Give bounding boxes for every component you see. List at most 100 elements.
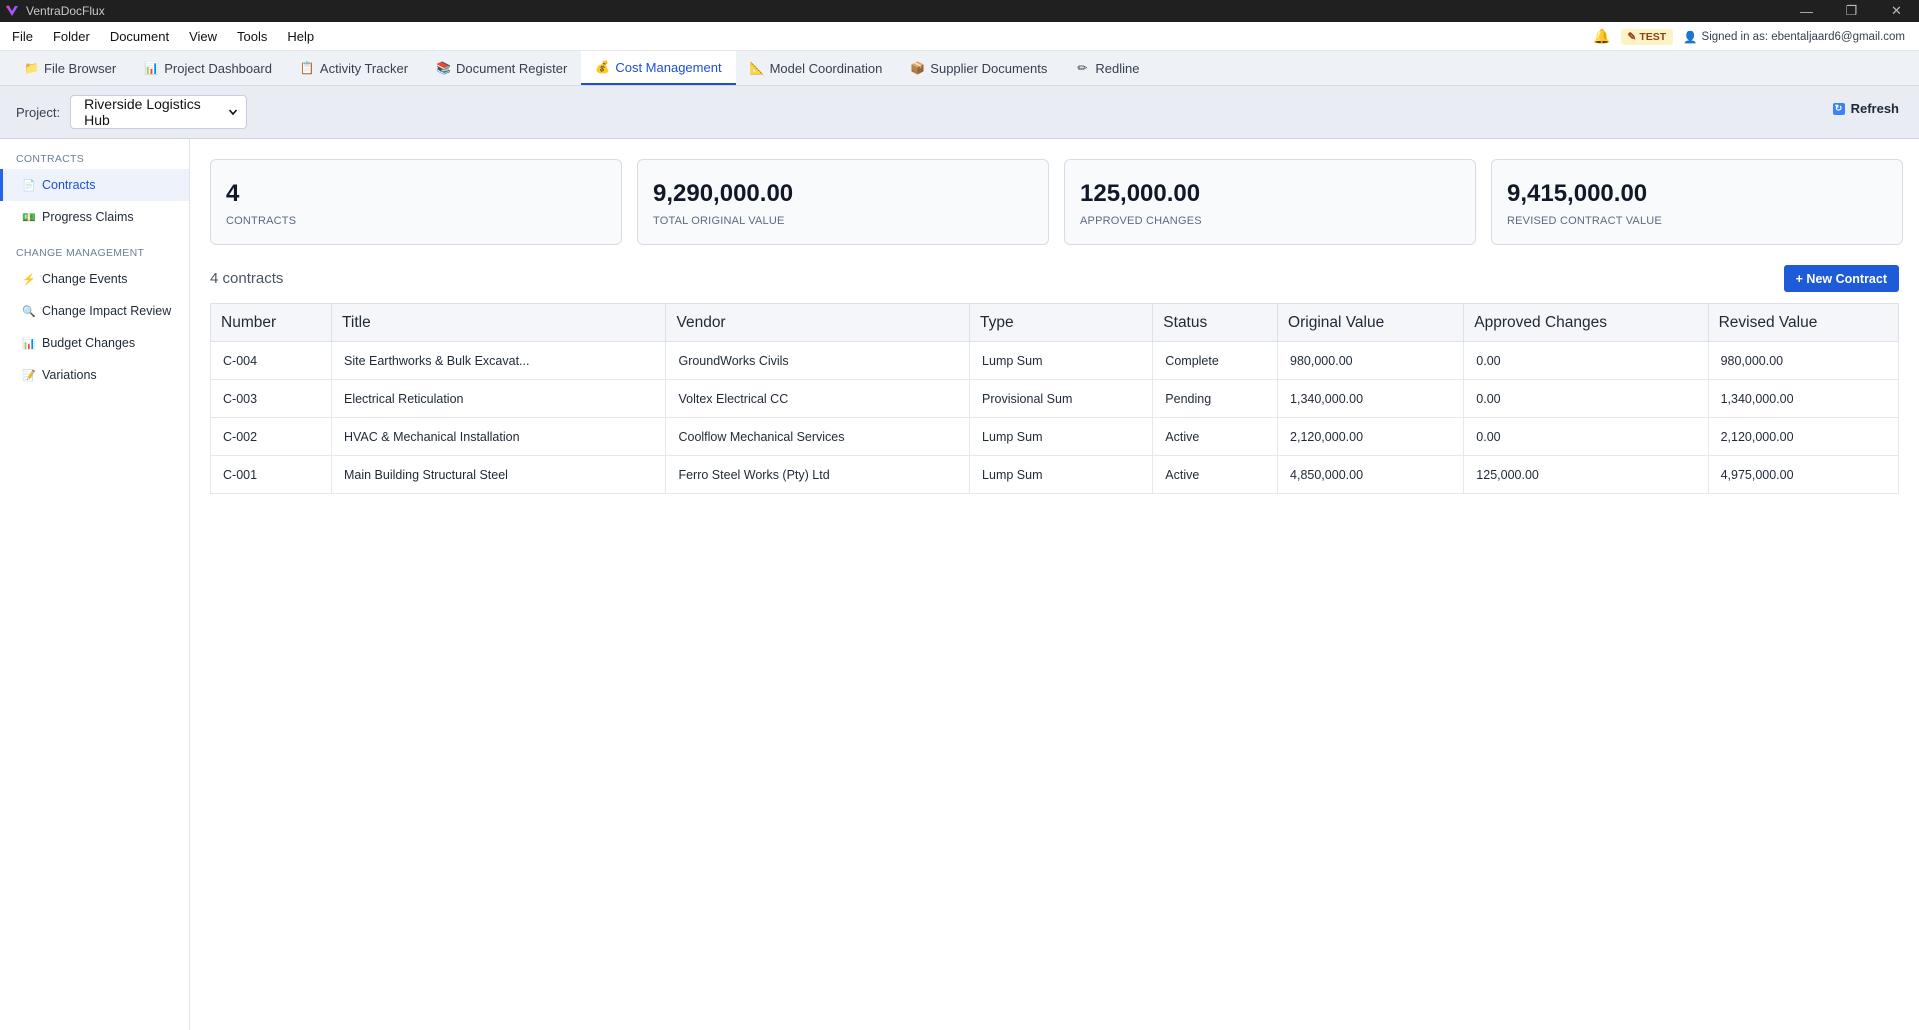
sidebar-item-change-impact-review[interactable]: 🔍 Change Impact Review xyxy=(0,295,189,327)
window-title: VentraDocFlux xyxy=(26,4,105,18)
folder-icon: 📁 xyxy=(24,61,39,75)
column-header-number[interactable]: Number xyxy=(210,303,332,342)
tab-file-browser[interactable]: 📁 File Browser xyxy=(0,51,130,85)
menu-help[interactable]: Help xyxy=(277,29,324,44)
books-icon: 📚 xyxy=(436,61,451,75)
refresh-button[interactable]: ↻ Refresh xyxy=(1832,101,1899,116)
summary-cards: 4 CONTRACTS 9,290,000.00 TOTAL ORIGINAL … xyxy=(210,159,1903,245)
bell-icon[interactable]: 🔔 xyxy=(1593,28,1610,45)
cell-type: Lump Sum xyxy=(969,417,1153,456)
cell-title: Main Building Structural Steel xyxy=(330,455,666,494)
cell-type: Lump Sum xyxy=(969,341,1153,380)
cell-approved-changes: 0.00 xyxy=(1463,417,1709,456)
card-value: 125,000.00 xyxy=(1080,180,1201,207)
card-label: REVISED CONTRACT VALUE xyxy=(1507,215,1662,227)
cell-vendor: Voltex Electrical CC xyxy=(665,379,970,418)
bar-chart-icon: 📊 xyxy=(144,61,160,75)
memo-icon: 📝 xyxy=(22,369,36,382)
column-header-status[interactable]: Status xyxy=(1152,303,1279,342)
cell-type: Lump Sum xyxy=(969,455,1153,494)
cell-vendor: GroundWorks Civils xyxy=(665,341,970,380)
summary-card-approved-changes: 125,000.00 APPROVED CHANGES xyxy=(1064,159,1476,245)
column-header-type[interactable]: Type xyxy=(969,303,1154,342)
column-header-vendor[interactable]: Vendor xyxy=(665,303,971,342)
cell-number: C-004 xyxy=(210,341,332,380)
tab-project-dashboard[interactable]: 📊 Project Dashboard xyxy=(130,51,286,85)
cell-number: C-001 xyxy=(210,455,332,494)
menu-folder[interactable]: Folder xyxy=(43,29,100,44)
tab-supplier-documents[interactable]: 📦 Supplier Documents xyxy=(896,51,1061,85)
cell-original-value: 980,000.00 xyxy=(1277,341,1464,380)
project-label: Project: xyxy=(16,104,61,120)
sidebar-item-label: Progress Claims xyxy=(42,210,134,224)
restore-icon[interactable]: ❐ xyxy=(1829,0,1874,22)
sidebar-item-change-events[interactable]: ⚡ Change Events xyxy=(0,263,189,295)
cell-vendor: Ferro Steel Works (Pty) Ltd xyxy=(665,455,970,494)
menu-tools[interactable]: Tools xyxy=(227,29,277,44)
package-icon: 📦 xyxy=(910,61,926,75)
sidebar-heading-change-management: CHANGE MANAGEMENT xyxy=(16,247,145,259)
table-row[interactable]: C-004 Site Earthworks & Bulk Excavat... … xyxy=(210,341,1900,380)
cell-status: Pending xyxy=(1152,379,1278,418)
sidebar-item-budget-changes[interactable]: 📊 Budget Changes xyxy=(0,327,189,359)
table-row[interactable]: C-003 Electrical Reticulation Voltex Ele… xyxy=(210,379,1900,418)
cell-approved-changes: 125,000.00 xyxy=(1463,455,1709,494)
project-select-value: Riverside Logistics Hub xyxy=(84,96,201,128)
tab-label: Supplier Documents xyxy=(930,60,1048,76)
refresh-icon: ↻ xyxy=(1832,102,1845,115)
cell-revised-value: 4,975,000.00 xyxy=(1707,455,1900,494)
card-value: 9,415,000.00 xyxy=(1507,180,1648,207)
menu-document[interactable]: Document xyxy=(100,29,179,44)
env-badge-label: TEST xyxy=(1639,30,1667,43)
sidebar-item-label: Change Events xyxy=(42,272,128,286)
tab-model-coordination[interactable]: 📐 Model Coordination xyxy=(736,51,897,85)
tab-label: Project Dashboard xyxy=(164,60,272,76)
clipboard-icon: 📋 xyxy=(299,61,315,75)
tab-redline[interactable]: ✏ Redline xyxy=(1061,51,1153,85)
minimize-icon[interactable]: — xyxy=(1784,0,1829,22)
user-icon: 👤 xyxy=(1683,31,1698,44)
tab-cost-management[interactable]: 💰 Cost Management xyxy=(581,51,736,85)
tab-activity-tracker[interactable]: 📋 Activity Tracker xyxy=(286,51,422,85)
env-badge: ✎ TEST xyxy=(1620,28,1674,45)
column-header-approved-changes[interactable]: Approved Changes xyxy=(1463,303,1709,342)
card-value: 9,290,000.00 xyxy=(653,180,794,207)
sidebar-item-progress-claims[interactable]: 💵 Progress Claims xyxy=(0,201,189,233)
sidebar: CONTRACTS 📄 Contracts 💵 Progress Claims CH… xyxy=(0,139,190,1030)
column-header-title[interactable]: Title xyxy=(330,303,667,342)
new-contract-button[interactable]: + New Contract xyxy=(1783,265,1899,292)
cell-approved-changes: 0.00 xyxy=(1463,341,1709,380)
tab-label: Redline xyxy=(1095,60,1140,76)
magnifier-icon: 🔍 xyxy=(22,305,36,318)
menu-file[interactable]: File xyxy=(0,29,43,44)
cell-original-value: 2,120,000.00 xyxy=(1277,417,1464,456)
money-bag-icon: 💰 xyxy=(595,60,611,74)
sidebar-item-contracts[interactable]: 📄 Contracts xyxy=(0,169,189,201)
signed-in-text: Signed in as: ebentaljaard6@gmail.com xyxy=(1701,30,1905,43)
cell-original-value: 1,340,000.00 xyxy=(1277,379,1464,418)
sidebar-item-label: Variations xyxy=(42,368,97,382)
cell-vendor: Coolflow Mechanical Services xyxy=(665,417,970,456)
column-header-revised-value[interactable]: Revised Value xyxy=(1707,303,1900,342)
menu-view[interactable]: View xyxy=(179,29,227,44)
summary-card-revised-contract-value: 9,415,000.00 REVISED CONTRACT VALUE xyxy=(1491,159,1903,245)
project-select[interactable]: Riverside Logistics Hub xyxy=(70,95,248,129)
card-value: 4 xyxy=(226,180,240,207)
summary-card-total-original-value: 9,290,000.00 TOTAL ORIGINAL VALUE xyxy=(637,159,1049,245)
project-bar: Project: Riverside Logistics Hub ↻ Refre… xyxy=(0,86,1919,139)
cell-original-value: 4,850,000.00 xyxy=(1277,455,1464,494)
module-tabs: 📁 File Browser 📊 Project Dashboard 📋 Activi… xyxy=(0,51,1919,86)
document-icon: 📄 xyxy=(22,179,36,192)
sidebar-item-variations[interactable]: 📝 Variations xyxy=(0,359,189,391)
bar-chart-icon: 📊 xyxy=(22,337,36,350)
tab-label: File Browser xyxy=(44,60,117,76)
tab-document-register[interactable]: 📚 Document Register xyxy=(422,51,581,85)
sidebar-item-label: Contracts xyxy=(42,178,96,192)
sidebar-item-label: Budget Changes xyxy=(42,336,136,350)
money-icon: 💵 xyxy=(22,211,36,224)
column-header-original-value[interactable]: Original Value xyxy=(1277,303,1465,342)
table-row[interactable]: C-001 Main Building Structural Steel Fer… xyxy=(210,455,1900,494)
table-row[interactable]: C-002 HVAC & Mechanical Installation Coo… xyxy=(210,417,1900,456)
pencil-icon: ✎ xyxy=(1627,30,1637,43)
close-icon[interactable]: ✕ xyxy=(1874,0,1919,22)
